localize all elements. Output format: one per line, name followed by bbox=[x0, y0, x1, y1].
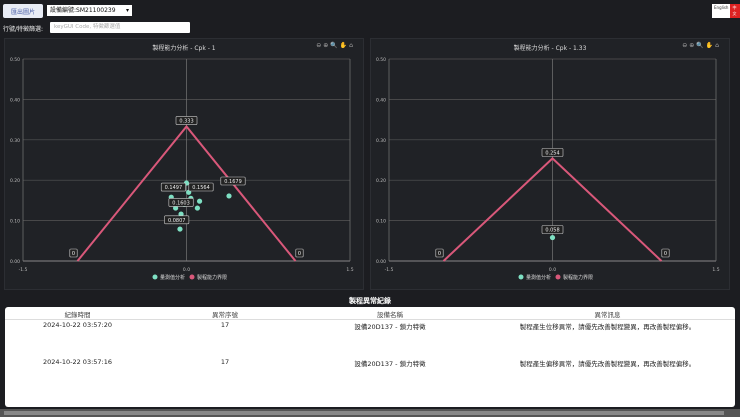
legend-line-label: 製程能力界限 bbox=[197, 274, 227, 281]
lang-en[interactable]: English bbox=[712, 4, 731, 18]
filter-label: 行號/特徵篩選: bbox=[3, 26, 44, 33]
header-time: 紀錄時間 bbox=[64, 311, 91, 319]
cell-message: 製程產生偏移異常，請優先改善製程變異，再改善製程偏移。 bbox=[519, 360, 696, 368]
data-label: 0 bbox=[664, 251, 667, 257]
legend-line-icon bbox=[555, 274, 561, 280]
data-label: 0.1564 bbox=[192, 185, 210, 191]
x-tick-label: 0.0 bbox=[549, 267, 556, 273]
header-message: 異常訊息 bbox=[594, 311, 621, 319]
legend-points-label: 量測值分析 bbox=[526, 274, 551, 281]
y-tick-label: 0.50 bbox=[376, 57, 386, 63]
language-toggle[interactable]: English 中文 bbox=[712, 4, 740, 18]
legend-points-icon bbox=[518, 274, 524, 280]
data-label: 0.1603 bbox=[172, 200, 190, 206]
legend-points-icon bbox=[152, 274, 158, 280]
data-label: 0.058 bbox=[545, 227, 559, 233]
cell-device: 設備20D137 - 鎖力特徵 bbox=[354, 323, 426, 331]
chart-panel-cpk-1-33: 製程能力分析 - Cpk - 1.33 ⊖⊕🔍✋⌂ 0.00 0.10 0.20 0.… bbox=[370, 38, 730, 290]
table-header: 紀錄時間 異常序號 設備名稱 異常訊息 bbox=[5, 309, 735, 320]
y-tick-label: 0.20 bbox=[10, 178, 20, 184]
chevron-down-icon: ▾ bbox=[125, 7, 129, 14]
cell-device: 設備20D137 - 鎖力特徵 bbox=[354, 360, 426, 368]
data-point bbox=[226, 193, 232, 199]
device-select[interactable]: 設備編號:SM21100239 ▾ bbox=[47, 5, 132, 16]
data-label: 0.333 bbox=[179, 118, 193, 124]
data-label: 0 bbox=[72, 251, 75, 257]
cell-message: 製程產生位移異常，請優先改善製程變異，再改善製程偏移。 bbox=[519, 323, 696, 331]
x-tick-label: -1.5 bbox=[385, 267, 394, 273]
records-title: 製程異常紀錄 bbox=[349, 297, 391, 305]
data-label: 0.1679 bbox=[224, 179, 242, 185]
x-tick-label: 1.5 bbox=[346, 267, 353, 273]
y-tick-label: 0.00 bbox=[10, 259, 20, 265]
data-label: 0 bbox=[438, 251, 441, 257]
device-select-value: 設備編號:SM21100239 bbox=[50, 7, 116, 14]
legend-points-label: 量測值分析 bbox=[160, 274, 185, 281]
y-tick-label: 0.10 bbox=[376, 219, 386, 225]
data-point bbox=[549, 234, 556, 241]
data-label: 0.0807 bbox=[168, 218, 186, 224]
horizontal-scrollbar[interactable] bbox=[0, 409, 740, 417]
y-tick-label: 0.00 bbox=[376, 259, 386, 265]
x-tick-label: 1.5 bbox=[712, 267, 719, 273]
header-device: 設備名稱 bbox=[377, 311, 403, 319]
filter-input[interactable]: keyGUI Code, 特徵篩選值 bbox=[50, 22, 190, 33]
x-tick-label: -1.5 bbox=[19, 267, 28, 273]
y-tick-label: 0.40 bbox=[376, 97, 386, 103]
y-tick-label: 0.10 bbox=[10, 219, 20, 225]
table-row: 2024-10-22 03:57:20 17 設備20D137 - 鎖力特徵 製… bbox=[5, 321, 735, 331]
cell-time: 2024-10-22 03:57:20 bbox=[42, 321, 113, 329]
chart-svg: 0.00 0.10 0.20 0.30 0.40 0.50 -1.5 0.0 1.5 0.254 0… bbox=[376, 57, 720, 281]
y-tick-label: 0.40 bbox=[10, 97, 20, 103]
y-tick-label: 0.50 bbox=[10, 57, 20, 63]
cell-seq: 17 bbox=[220, 358, 230, 366]
x-tick-label: 0.0 bbox=[183, 267, 190, 273]
chart-panel-cpk-1: 製程能力分析 - Cpk - 1 ⊖⊕🔍✋⌂ 0.00 0.10 0.20 0.30 0… bbox=[4, 38, 364, 290]
data-point bbox=[194, 205, 200, 211]
data-label: 0 bbox=[298, 251, 301, 257]
y-tick-label: 0.30 bbox=[376, 138, 386, 144]
legend-line-label: 製程能力界限 bbox=[563, 274, 593, 281]
records-table: 紀錄時間 異常序號 設備名稱 異常訊息 2024-10-22 03:57:20 … bbox=[5, 307, 735, 407]
y-tick-label: 0.30 bbox=[10, 138, 20, 144]
legend-line-icon bbox=[189, 274, 195, 280]
data-label: 0.1497 bbox=[165, 185, 183, 191]
chart-svg: 0.00 0.10 0.20 0.30 0.40 0.50 -1.5 0.0 1.5 0.333 0… bbox=[10, 57, 354, 281]
header-seq: 異常序號 bbox=[212, 311, 238, 319]
lang-zh[interactable]: 中文 bbox=[730, 4, 740, 18]
cell-seq: 17 bbox=[220, 321, 230, 329]
export-button[interactable]: 匯出圖片 bbox=[3, 4, 43, 18]
data-point bbox=[196, 198, 203, 204]
table-row: 2024-10-22 03:57:16 17 設備20D137 - 鎖力特徵 製… bbox=[5, 358, 735, 368]
y-tick-label: 0.20 bbox=[376, 178, 386, 184]
cell-time: 2024-10-22 03:57:16 bbox=[42, 358, 113, 366]
data-point bbox=[177, 226, 183, 232]
scrollbar-thumb[interactable] bbox=[4, 411, 724, 415]
data-label: 0.254 bbox=[545, 150, 559, 156]
